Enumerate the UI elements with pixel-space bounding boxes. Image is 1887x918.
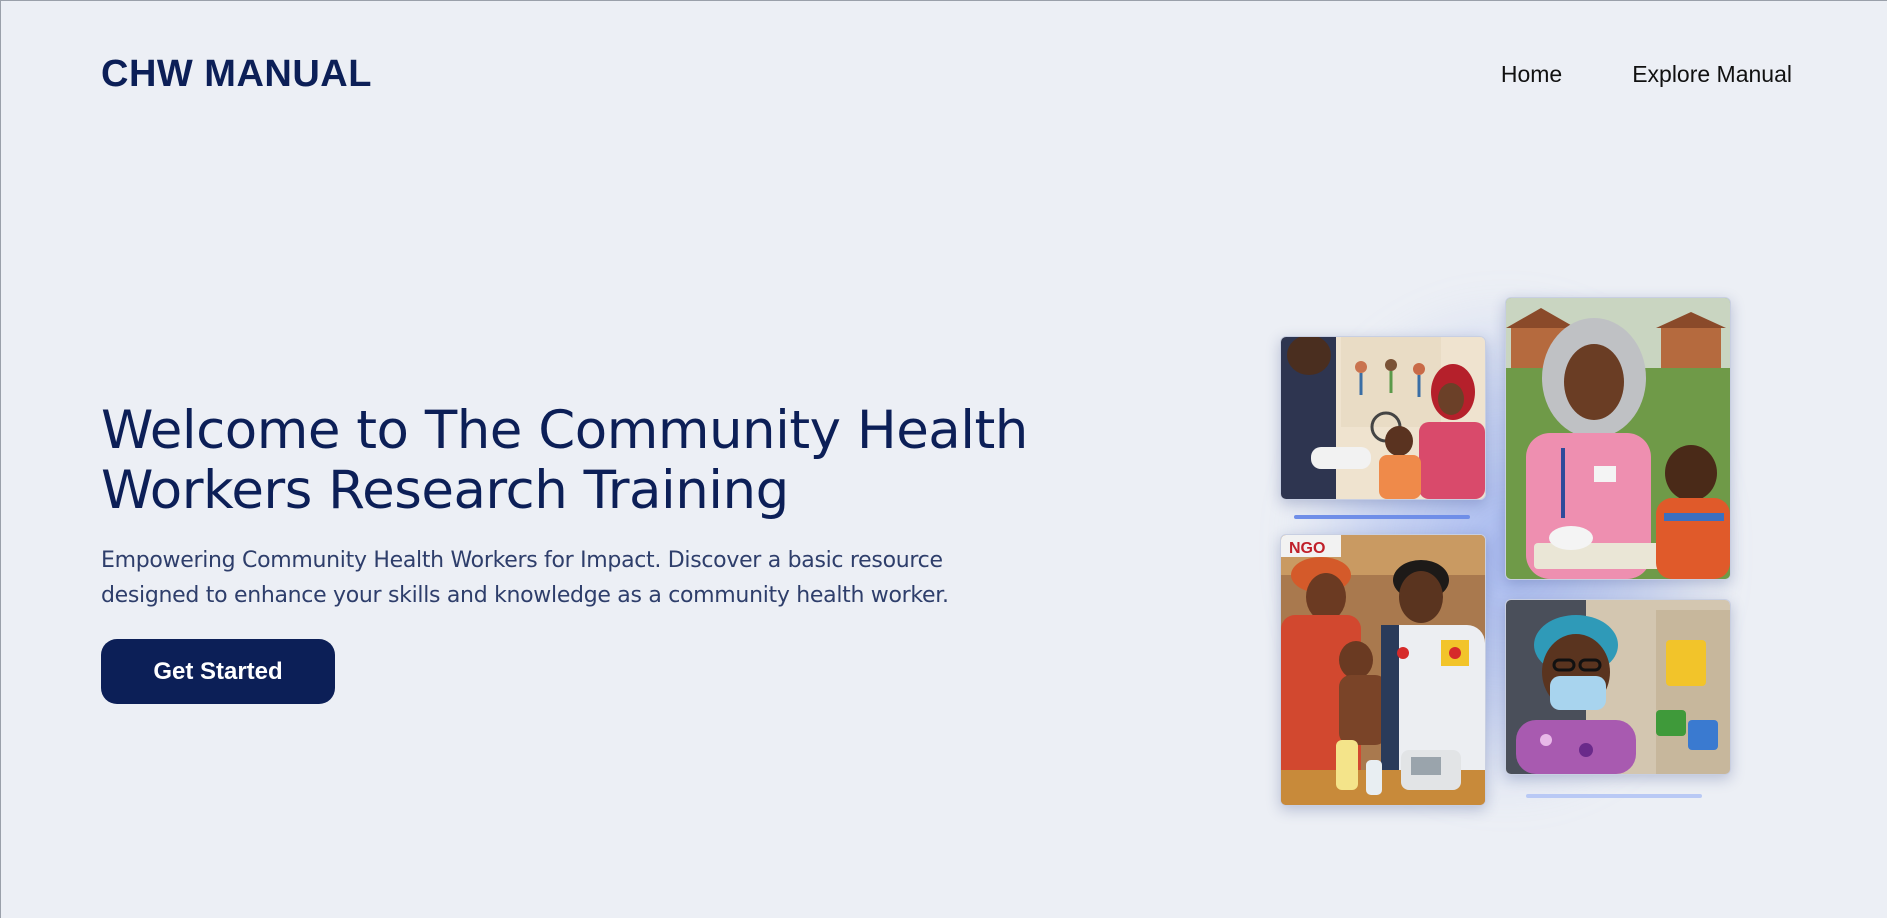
site-logo[interactable]: CHW MANUAL — [101, 53, 372, 96]
get-started-button[interactable]: Get Started — [101, 639, 335, 704]
main-nav: Home Explore Manual — [1501, 61, 1792, 88]
photo-gallery: NGO — [1231, 271, 1771, 841]
hero-subtitle: Empowering Community Health Workers for … — [101, 548, 949, 608]
masked-health-worker-photo — [1505, 599, 1731, 775]
nurse-in-hijab-with-child-photo — [1505, 297, 1731, 580]
hero-title: Welcome to The Community Health Workers … — [101, 400, 1028, 521]
ngo-worker-examining-infant-photo: NGO — [1280, 534, 1486, 806]
ngo-sign-text: NGO — [1289, 540, 1325, 557]
gallery-accent-bar — [1526, 794, 1702, 798]
landing-page: CHW MANUAL Home Explore Manual Welcome t… — [0, 0, 1887, 918]
health-worker-with-mother-and-baby-photo — [1280, 336, 1486, 500]
gallery-accent-bar — [1294, 515, 1470, 519]
nav-explore-manual-link[interactable]: Explore Manual — [1632, 61, 1792, 88]
nav-home-link[interactable]: Home — [1501, 61, 1562, 88]
